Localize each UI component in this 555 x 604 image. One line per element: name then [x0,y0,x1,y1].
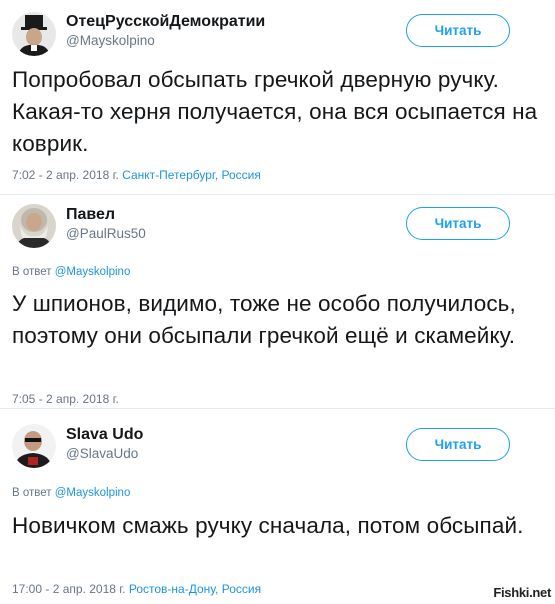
tweet-location[interactable]: Санкт-Петербург, Россия [122,168,261,182]
tweet-meta: 7:02 - 2 апр. 2018 г. Санкт-Петербург, Р… [12,168,261,182]
follow-button[interactable]: Читать [406,428,510,461]
display-name[interactable]: ОтецРусскойДемократии [66,13,265,31]
avatar[interactable] [12,424,56,468]
avatar-bearded-portrait-icon [12,204,56,248]
avatar[interactable] [12,12,56,56]
tweet-text: Попробовал обсыпать гречкой дверную ручк… [12,67,538,156]
avatar[interactable] [12,204,56,248]
follow-button[interactable]: Читать [406,207,510,240]
tweet-meta: 17:00 - 2 апр. 2018 г. Ростов-на-Дону, Р… [12,582,261,596]
user-handle[interactable]: @Mayskolpino [66,33,155,48]
tweet-1: ОтецРусскойДемократии @Mayskolpino Читат… [0,0,555,196]
reply-to-mention[interactable]: @Mayskolpino [55,266,131,278]
reply-to-line: В ответ @Mayskolpino [12,487,130,499]
tweet-timestamp[interactable]: 17:00 - 2 апр. 2018 г. [12,582,126,596]
avatar-person-photo-icon [12,424,56,468]
tweet-thread-screenshot: ОтецРусскойДемократии @Mayskolpino Читат… [0,0,555,604]
tweet-2: Павел @PaulRus50 Читать В ответ @Mayskol… [0,196,555,410]
tweet-text: У шпионов, видимо, тоже не особо получил… [12,291,516,348]
reply-to-prefix: В ответ [12,487,52,499]
tweet-timestamp[interactable]: 7:05 - 2 апр. 2018 г. [12,392,119,406]
follow-button[interactable]: Читать [406,14,510,47]
tweet-timestamp[interactable]: 7:02 - 2 апр. 2018 г. [12,168,119,182]
display-name[interactable]: Павел [66,206,115,224]
user-handle[interactable]: @SlavaUdo [66,446,138,461]
user-handle[interactable]: @PaulRus50 [66,226,146,241]
tweet-meta: 7:05 - 2 апр. 2018 г. [12,392,119,406]
avatar-top-hat-portrait-icon [12,12,56,56]
display-name[interactable]: Slava Udo [66,426,143,444]
tweet-location[interactable]: Ростов-на-Дону, Россия [129,582,261,596]
tweet-text: Новичком смажь ручку сначала, потом обсы… [12,513,524,538]
reply-to-mention[interactable]: @Mayskolpino [55,487,131,499]
divider [0,408,555,409]
watermark: Fishki.net [493,585,551,600]
reply-to-prefix: В ответ [12,266,52,278]
reply-to-line: В ответ @Mayskolpino [12,266,130,278]
divider [0,194,555,195]
tweet-3: Slava Udo @SlavaUdo Читать В ответ @Mays… [0,410,555,604]
